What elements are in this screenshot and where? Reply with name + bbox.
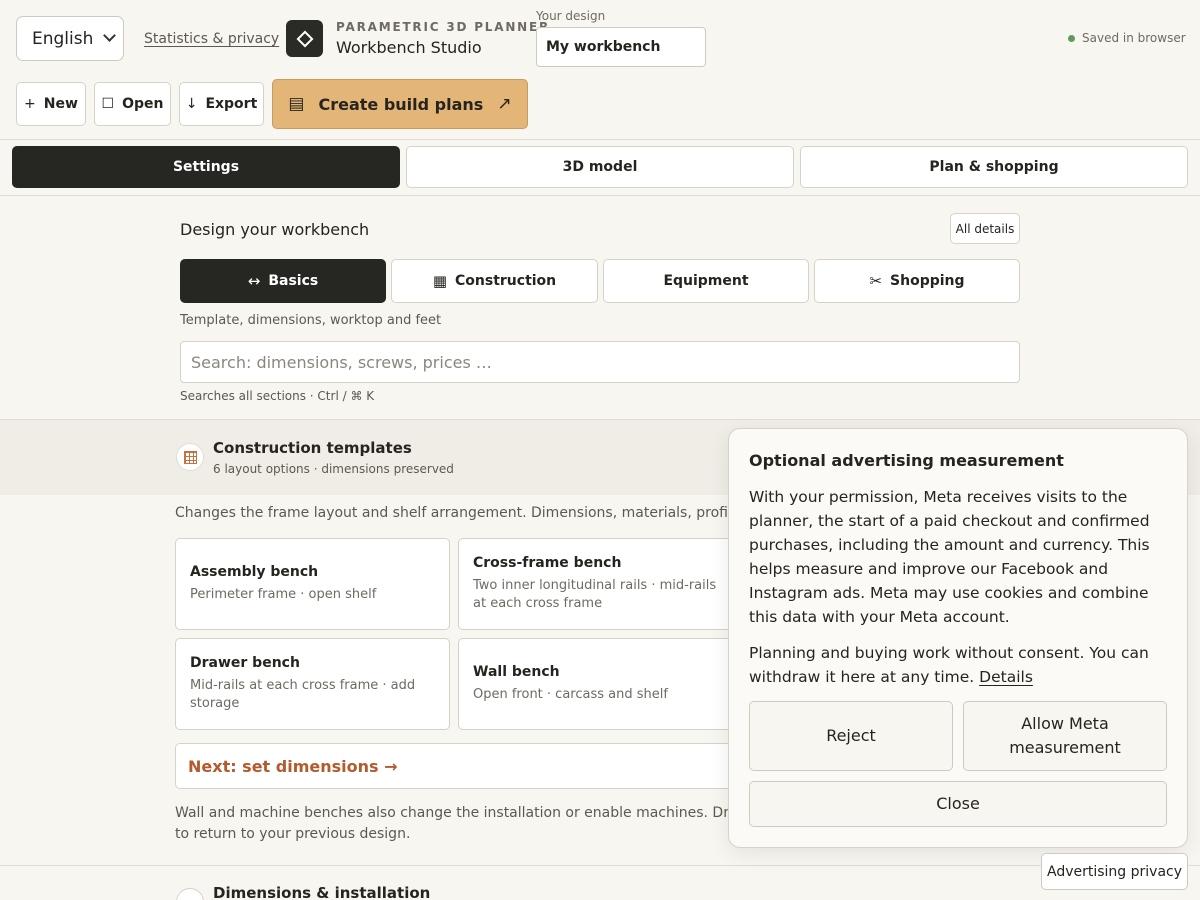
create-build-plans-label: Create build plans bbox=[318, 94, 484, 114]
save-status: Saved in browser bbox=[1068, 31, 1186, 45]
page-title: Design your workbench bbox=[180, 220, 370, 239]
design-name-label: Your design bbox=[536, 9, 606, 23]
templates-footnote-line-2: to return to your previous design. bbox=[175, 826, 411, 842]
export-button[interactable]: ↓ Export bbox=[179, 82, 264, 126]
templates-description: Changes the frame layout and shelf arran… bbox=[175, 505, 735, 521]
template-card-title: Cross-frame bench bbox=[473, 555, 622, 571]
tabs-divider bbox=[0, 195, 1200, 196]
reject-button[interactable]: Reject bbox=[749, 701, 953, 771]
subtab-shopping[interactable]: ✂ Shopping bbox=[814, 259, 1020, 303]
template-card-subtitle: Open front · carcass and shelf bbox=[473, 687, 668, 702]
template-card-subtitle: Perimeter frame · open shelf bbox=[190, 587, 377, 602]
tab-settings[interactable]: Settings bbox=[12, 146, 400, 188]
template-card-assembly[interactable]: Assembly bench Perimeter frame · open sh… bbox=[175, 538, 450, 630]
grid-template-icon bbox=[176, 443, 204, 471]
download-arrow-icon: ↓ bbox=[185, 96, 198, 112]
template-card-drawer[interactable]: Drawer bench Mid-rails at each cross fra… bbox=[175, 638, 450, 730]
consent-withdraw-text: Planning and buying work without consent… bbox=[749, 644, 1149, 686]
arrows-horizontal-icon: ↔ bbox=[247, 272, 261, 290]
tab-settings-label: Settings bbox=[172, 159, 240, 175]
save-status-text: Saved in browser bbox=[1082, 31, 1186, 45]
subtab-construction-label: Construction bbox=[455, 273, 557, 289]
dimensions-section-icon bbox=[176, 888, 204, 900]
templates-subtitle: 6 layout options · dimensions preserved bbox=[213, 462, 454, 476]
export-button-label: Export bbox=[205, 96, 258, 112]
consent-withdraw-note: Planning and buying work without consent… bbox=[749, 641, 1174, 689]
grid-icon: ▦ bbox=[432, 272, 448, 290]
subtab-construction[interactable]: ▦ Construction bbox=[391, 259, 598, 303]
document-list-icon: ▤ bbox=[288, 94, 305, 114]
subtab-basics-label: Basics bbox=[268, 273, 319, 289]
template-card-title: Assembly bench bbox=[190, 564, 319, 580]
template-card-wall[interactable]: Wall bench Open front · carcass and shel… bbox=[458, 638, 733, 730]
open-button[interactable]: ☐ Open bbox=[94, 82, 171, 126]
templates-footnote: Wall and machine benches also change the… bbox=[175, 803, 730, 845]
template-card-cross-frame[interactable]: Cross-frame bench Two inner longitudinal… bbox=[458, 538, 733, 630]
status-dot-icon bbox=[1068, 34, 1075, 42]
template-card-subtitle: Mid-rails at each cross frame · add stor… bbox=[190, 678, 416, 711]
brand-name: Workbench Studio bbox=[336, 38, 482, 57]
file-icon: ☐ bbox=[101, 96, 115, 112]
template-card-subtitle: Two inner longitudinal rails · mid-rails… bbox=[473, 578, 717, 611]
subtab-equipment-label: Equipment bbox=[663, 273, 749, 289]
create-build-plans-button[interactable]: ▤ Create build plans ↗ bbox=[272, 79, 528, 129]
subtab-equipment[interactable]: Equipment bbox=[603, 259, 809, 303]
new-button-label: New bbox=[43, 96, 78, 112]
template-card-title: Wall bench bbox=[473, 664, 560, 680]
templates-title: Construction templates bbox=[213, 439, 412, 457]
language-select[interactable]: English bbox=[16, 16, 124, 61]
consent-description: With your permission, Meta receives visi… bbox=[749, 488, 1150, 626]
language-value: English bbox=[32, 28, 94, 49]
all-details-button[interactable]: All details bbox=[950, 213, 1020, 244]
header-divider bbox=[0, 139, 1200, 140]
tab-plan-shopping[interactable]: Plan & shopping bbox=[800, 146, 1188, 188]
close-button[interactable]: Close bbox=[749, 781, 1167, 827]
statistics-privacy-link[interactable]: Statistics & privacy bbox=[144, 31, 279, 47]
subtab-hint: Template, dimensions, worktop and feet bbox=[180, 313, 442, 328]
consent-details-link[interactable]: Details bbox=[979, 668, 1033, 686]
chevron-down-icon bbox=[103, 29, 116, 42]
tab-3d-model-label: 3D model bbox=[562, 159, 638, 175]
search-shortcut-hint: Searches all sections · Ctrl / ⌘ K bbox=[180, 389, 375, 403]
tab-plan-shopping-label: Plan & shopping bbox=[929, 159, 1059, 175]
scissors-icon: ✂ bbox=[869, 272, 883, 290]
subtab-basics[interactable]: ↔ Basics bbox=[180, 259, 386, 303]
plus-icon: + bbox=[24, 96, 36, 112]
brand-tagline: PARAMETRIC 3D PLANNER bbox=[336, 20, 551, 34]
design-name-input[interactable] bbox=[536, 27, 706, 67]
open-button-label: Open bbox=[122, 96, 164, 112]
diamond-logo-icon bbox=[286, 20, 323, 57]
consent-title: Optional advertising measurement bbox=[749, 451, 1064, 470]
new-button[interactable]: + New bbox=[16, 82, 86, 126]
dimensions-title[interactable]: Dimensions & installation bbox=[213, 884, 430, 900]
search-input[interactable] bbox=[180, 341, 1020, 383]
tab-3d-model[interactable]: 3D model bbox=[406, 146, 794, 188]
template-card-title: Drawer bench bbox=[190, 655, 300, 671]
templates-footnote-line-1: Wall and machine benches also change the… bbox=[175, 805, 730, 821]
next-set-dimensions-button[interactable]: Next: set dimensions → bbox=[175, 743, 735, 789]
subtab-shopping-label: Shopping bbox=[890, 273, 965, 289]
external-arrow-icon: ↗ bbox=[497, 94, 512, 114]
advertising-privacy-button[interactable]: Advertising privacy bbox=[1041, 853, 1188, 890]
allow-meta-measurement-button[interactable]: Allow Meta measurement bbox=[963, 701, 1167, 771]
section-divider bbox=[0, 865, 1200, 866]
